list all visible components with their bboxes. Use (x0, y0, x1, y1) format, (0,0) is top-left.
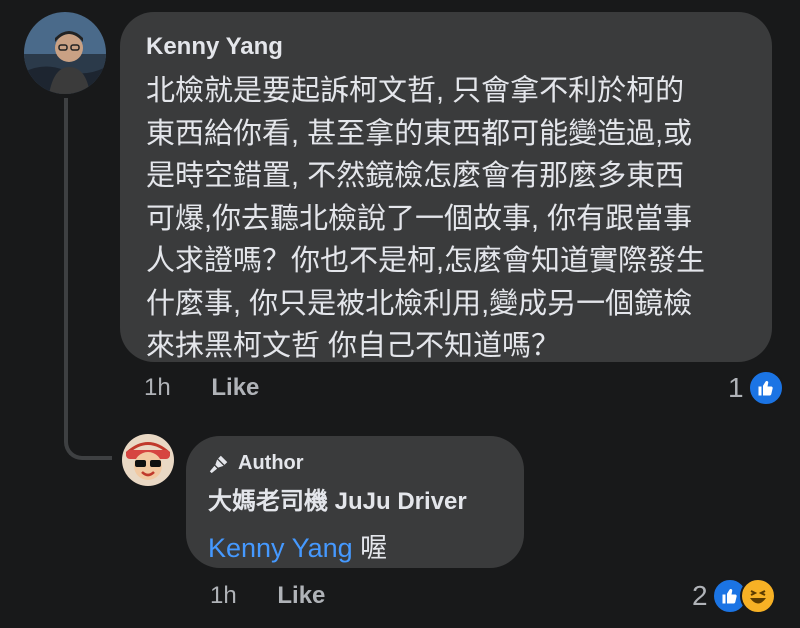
author-badge: Author (208, 452, 502, 475)
reply-author-avatar[interactable] (122, 434, 174, 486)
like-icon (747, 370, 784, 406)
comment-actions: 1h Like (144, 374, 259, 402)
reply-timestamp[interactable]: 1h (210, 582, 237, 610)
reply-bubble: Author 大媽老司機 JuJu Driver Kenny Yang 喔 (186, 436, 524, 568)
comment-like-button[interactable]: Like (211, 374, 259, 402)
reply-body: 喔 (352, 533, 388, 563)
author-badge-label: Author (238, 452, 304, 474)
reply-actions: 1h Like (210, 582, 325, 610)
comment-bubble: Kenny Yang 北檢就是要起訴柯文哲, 只會拿不利於柯的 東西給你看, 甚… (120, 12, 772, 362)
reply-like-button[interactable]: Like (277, 582, 325, 610)
reply-author-name[interactable]: 大媽老司機 JuJu Driver (208, 481, 502, 516)
reply-reaction-count: 2 (692, 580, 708, 611)
comment-text: 北檢就是要起訴柯文哲, 只會拿不利於柯的 東西給你看, 甚至拿的東西都可能變造過… (146, 75, 706, 362)
comment-reactions[interactable]: 1 (728, 370, 784, 406)
comment-reaction-count: 1 (728, 372, 744, 403)
reply-reactions[interactable]: 2 (692, 578, 776, 614)
comment-author-name[interactable]: Kenny Yang (146, 32, 746, 62)
commenter-avatar[interactable] (24, 12, 106, 94)
reply-text: Kenny Yang 喔 (208, 526, 502, 565)
mention-link[interactable]: Kenny Yang (208, 533, 353, 563)
comment-timestamp[interactable]: 1h (144, 374, 171, 402)
haha-icon (739, 578, 776, 614)
reply-thread-line (64, 98, 112, 460)
microphone-icon (208, 453, 230, 475)
